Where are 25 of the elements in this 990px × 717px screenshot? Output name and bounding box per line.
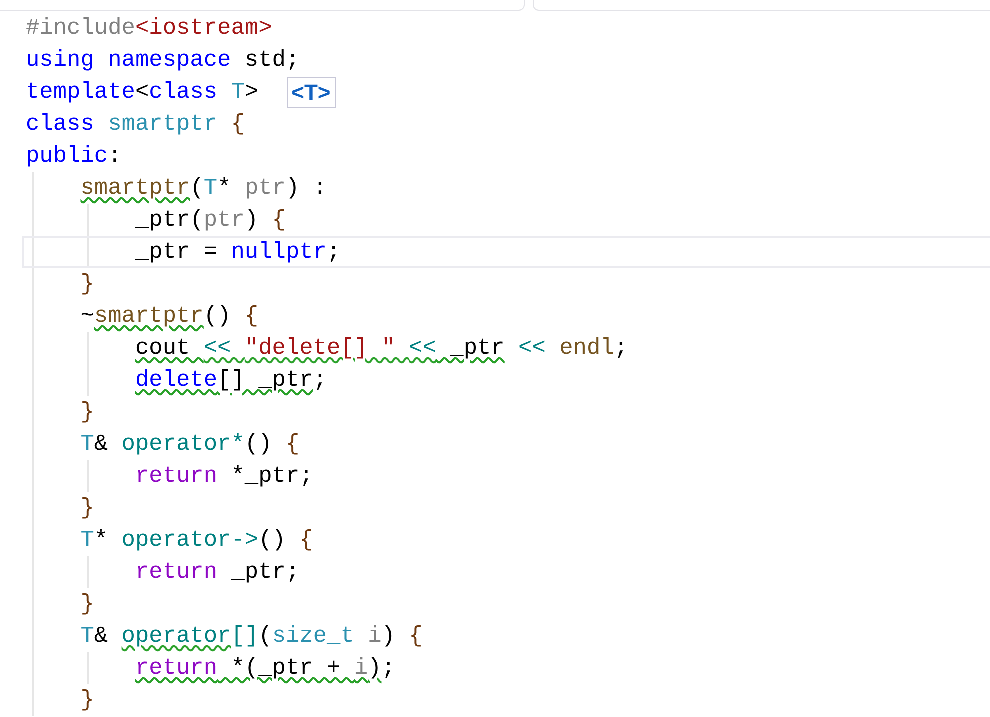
code-line: T& operator[](size_t i) { (80, 622, 423, 651)
code-line: #include<iostream> (26, 14, 272, 43)
code-line: return *(_ptr + i); (134, 654, 396, 683)
code-line: return _ptr; (134, 558, 300, 587)
editor-tab[interactable] (0, 0, 525, 11)
code-line: _ptr = nullptr; (134, 238, 341, 267)
code-line: delete[] _ptr; (134, 366, 327, 395)
code-line: } (80, 494, 94, 523)
code-line: } (80, 270, 94, 299)
code-line: class smartptr { (26, 110, 245, 139)
code-line: public: (26, 142, 122, 171)
code-line: } (80, 398, 94, 427)
code-line: return *_ptr; (134, 462, 314, 491)
code-line: T* operator->() { (80, 526, 314, 555)
code-line: ~smartptr() { (80, 302, 259, 331)
code-line: } (80, 590, 94, 619)
editor-tab[interactable] (533, 0, 990, 11)
code-line: _ptr(ptr) { (134, 206, 286, 235)
code-line: cout << "delete[] " << _ptr << endl; (134, 334, 628, 363)
code-line: T& operator*() { (80, 430, 300, 459)
code-line: template<class T> (26, 78, 259, 107)
type-hint: <T> (286, 76, 336, 108)
code-line: using namespace std; (26, 46, 300, 75)
code-line: } (80, 686, 94, 715)
code-line: smartptr(T* ptr) : (80, 174, 328, 203)
